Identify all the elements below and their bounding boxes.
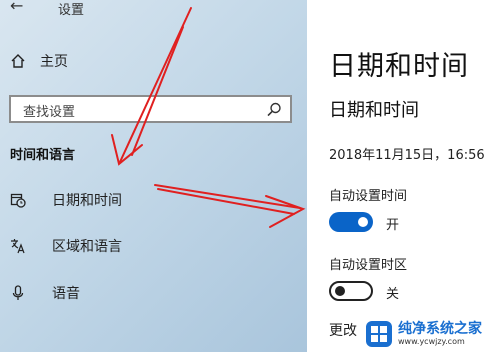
home-icon bbox=[10, 53, 32, 69]
section-title: 日期和时间 bbox=[329, 100, 419, 121]
sidebar-item-label: 语音 bbox=[52, 286, 80, 302]
search-input[interactable]: 查找设置 bbox=[9, 95, 292, 123]
back-arrow-icon[interactable]: ← bbox=[10, 0, 23, 15]
watermark: 纯净系统之家 www.ycwjzy.com bbox=[360, 316, 500, 352]
sidebar-item-home[interactable]: 主页 bbox=[10, 49, 290, 73]
auto-timezone-state: 关 bbox=[386, 287, 400, 302]
language-icon bbox=[10, 238, 32, 254]
sidebar-item-date-time[interactable]: 日期和时间 bbox=[10, 188, 290, 212]
auto-timezone-label: 自动设置时区 bbox=[329, 258, 408, 273]
change-link-truncated[interactable]: 更改 bbox=[329, 320, 357, 340]
page-title: 日期和时间 bbox=[329, 51, 469, 82]
auto-time-toggle[interactable] bbox=[329, 212, 373, 232]
calendar-clock-icon bbox=[10, 192, 32, 208]
sidebar-item-label: 主页 bbox=[40, 54, 68, 70]
microphone-icon bbox=[10, 285, 32, 301]
toggle-knob bbox=[358, 217, 368, 227]
main-content: 日期和时间 日期和时间 2018年11月15日，16:56 自动设置时间 开 自… bbox=[307, 0, 500, 352]
sidebar-item-label: 区域和语言 bbox=[52, 239, 122, 255]
app-title: 设置 bbox=[58, 3, 85, 18]
auto-time-label: 自动设置时间 bbox=[329, 189, 408, 204]
search-placeholder: 查找设置 bbox=[23, 105, 76, 120]
sidebar-item-label: 日期和时间 bbox=[52, 193, 122, 209]
watermark-url: www.ycwjzy.com bbox=[398, 337, 465, 346]
toggle-knob bbox=[335, 286, 345, 296]
sidebar: ← 设置 主页 查找设置 时间和语言 日期和时间 区域和语言 语音 bbox=[0, 0, 307, 352]
brand-logo-icon bbox=[366, 321, 392, 347]
sidebar-item-speech[interactable]: 语音 bbox=[10, 281, 290, 305]
title-bar: ← 设置 bbox=[10, 0, 210, 18]
auto-timezone-toggle[interactable] bbox=[329, 281, 373, 301]
current-datetime: 2018年11月15日，16:56 bbox=[329, 148, 485, 163]
sidebar-item-region-language[interactable]: 区域和语言 bbox=[10, 234, 290, 258]
section-heading: 时间和语言 bbox=[10, 148, 76, 163]
auto-time-state: 开 bbox=[386, 218, 400, 233]
search-icon[interactable] bbox=[267, 102, 282, 121]
watermark-name: 纯净系统之家 bbox=[398, 321, 482, 337]
